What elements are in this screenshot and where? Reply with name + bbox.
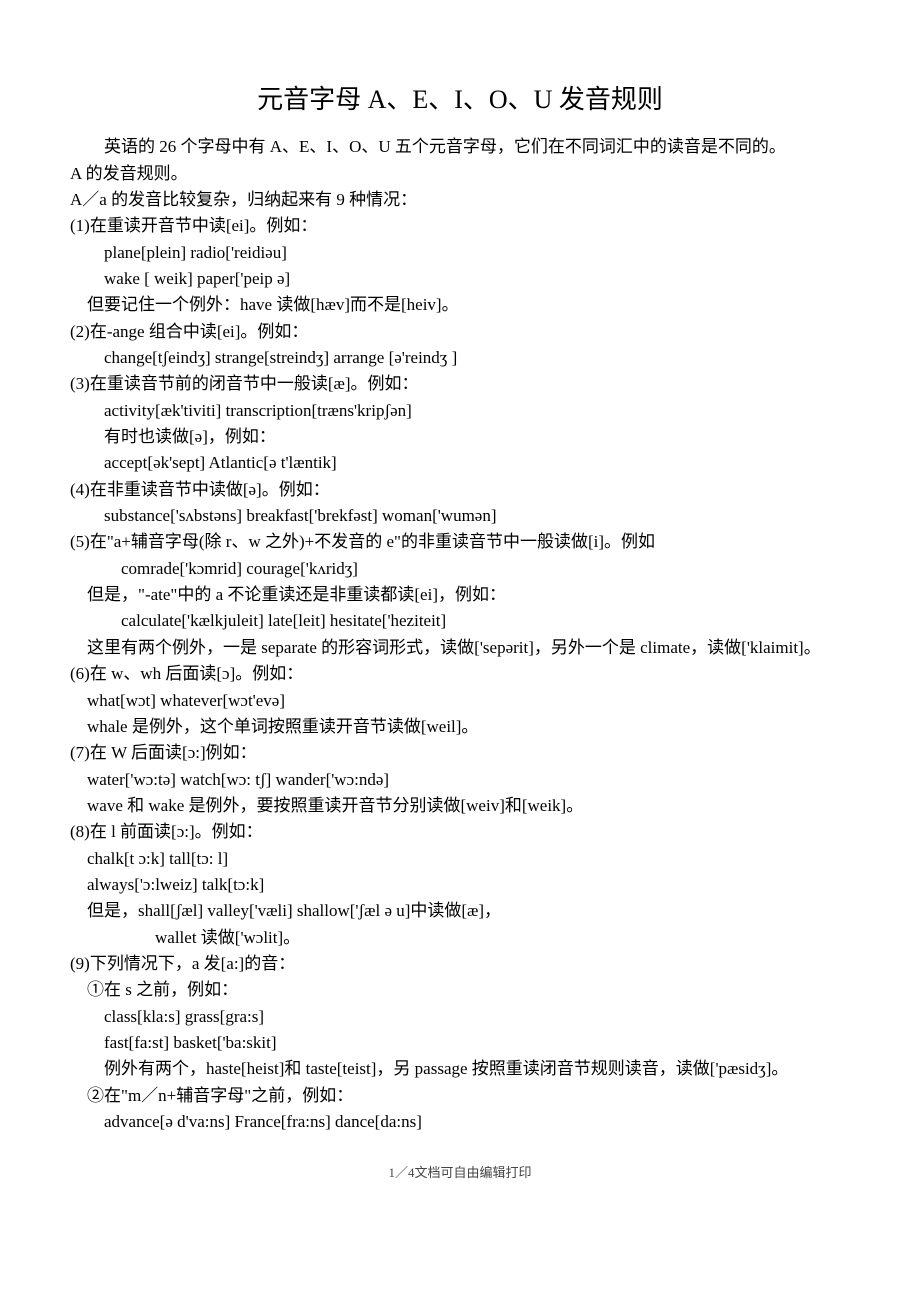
rule-9-a-note: 例外有两个，haste[heist]和 taste[teist]，另 passa…	[70, 1056, 850, 1082]
rule-2: (2)在-ange 组合中读[ei]。例如：	[70, 319, 850, 345]
rule-5-note2: 这里有两个例外，一是 separate 的形容词形式，读做['sepərit]，…	[70, 635, 850, 661]
rule-3-ex2: accept[ək'sept] Atlantic[ə t'læntik]	[70, 450, 850, 476]
rule-7-note: wave 和 wake 是例外，要按照重读开音节分别读做[weiv]和[weik…	[70, 793, 850, 819]
rule-9: (9)下列情况下，a 发[a:]的音：	[70, 951, 850, 977]
rule-5-note1: 但是，"-ate"中的 a 不论重读还是非重读都读[ei]，例如：	[70, 582, 850, 608]
rule-8-ex1: chalk[t ɔ:k] tall[tɔ: l]	[70, 846, 850, 872]
rule-5-ex2: calculate['kælkjuleit] late[leit] hesita…	[70, 608, 850, 634]
rule-8-note2: wallet 读做['wɔlit]。	[70, 925, 850, 951]
page-footer: 1／4文档可自由编辑打印	[70, 1163, 850, 1183]
rule-5-ex1: comrade['kɔmrid] courage['kʌridʒ]	[70, 556, 850, 582]
rule-4: (4)在非重读音节中读做[ə]。例如：	[70, 477, 850, 503]
section-a-title: A 的发音规则。	[70, 161, 850, 187]
rule-8: (8)在 l 前面读[ɔ:]。例如：	[70, 819, 850, 845]
rule-1-ex1: plane[plein] radio['reidiəu]	[70, 240, 850, 266]
section-a-sub: A／a 的发音比较复杂，归纳起来有 9 种情况：	[70, 187, 850, 213]
rule-9-b: ②在"m／n+辅音字母"之前，例如：	[70, 1083, 850, 1109]
rule-8-note1: 但是，shall[ʃæl] valley['væli] shallow['ʃæl…	[70, 898, 850, 924]
rule-3-ex1: activity[æk'tiviti] transcription[træns'…	[70, 398, 850, 424]
rule-2-ex1: change[tʃeindʒ] strange[streindʒ] arrang…	[70, 345, 850, 371]
rule-9-a-ex2: fast[fa:st] basket['ba:skit]	[70, 1030, 850, 1056]
page-title: 元音字母 A、E、I、O、U 发音规则	[70, 80, 850, 120]
rule-7: (7)在 W 后面读[ɔ:]例如：	[70, 740, 850, 766]
rule-5: (5)在"a+辅音字母(除 r、w 之外)+不发音的 e"的非重读音节中一般读做…	[70, 529, 850, 555]
rule-9-a: ①在 s 之前，例如：	[70, 977, 850, 1003]
rule-7-ex1: water['wɔ:tə] watch[wɔ: tʃ] wander['wɔ:n…	[70, 767, 850, 793]
rule-3: (3)在重读音节前的闭音节中一般读[æ]。例如：	[70, 371, 850, 397]
rule-6: (6)在 w、wh 后面读[ɔ]。例如：	[70, 661, 850, 687]
rule-6-note: whale 是例外，这个单词按照重读开音节读做[weil]。	[70, 714, 850, 740]
rule-1-note: 但要记住一个例外：have 读做[hæv]而不是[heiv]。	[70, 292, 850, 318]
rule-1-ex2: wake [ weik] paper['peip ə]	[70, 266, 850, 292]
rule-8-ex2: always['ɔ:lweiz] talk[tɔ:k]	[70, 872, 850, 898]
rule-4-ex1: substance['sʌbstəns] breakfast['brekfəst…	[70, 503, 850, 529]
intro-text: 英语的 26 个字母中有 A、E、I、O、U 五个元音字母，它们在不同词汇中的读…	[70, 134, 850, 160]
rule-3-note1: 有时也读做[ə]，例如：	[70, 424, 850, 450]
rule-1: (1)在重读开音节中读[ei]。例如：	[70, 213, 850, 239]
rule-9-b-ex1: advance[ə d'va:ns] France[fra:ns] dance[…	[70, 1109, 850, 1135]
rule-9-a-ex1: class[kla:s] grass[gra:s]	[70, 1004, 850, 1030]
rule-6-ex1: what[wɔt] whatever[wɔt'evə]	[70, 688, 850, 714]
